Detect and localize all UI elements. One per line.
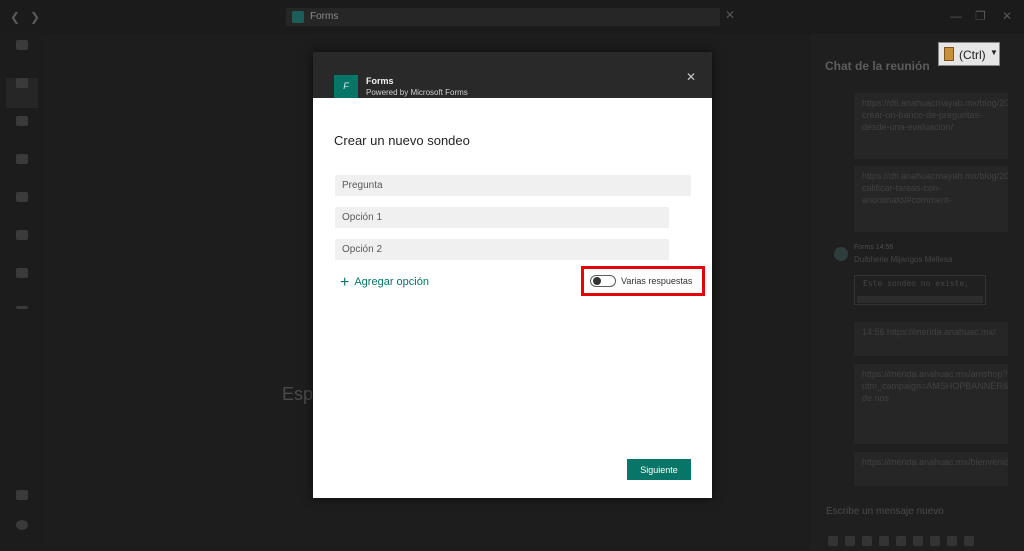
more-icon [16,306,28,309]
link-icon[interactable] [879,536,889,546]
help-icon [16,520,28,530]
add-option-button[interactable]: + Agregar opción [340,274,429,292]
question-input[interactable] [335,175,691,196]
close-tab-icon[interactable]: ✕ [725,8,735,22]
chevron-right-icon[interactable]: ❯ [30,10,40,24]
attach-icon[interactable] [862,536,872,546]
close-icon[interactable]: ✕ [686,70,696,84]
chat-message[interactable]: https://merida.anahuac.mx/amshop?utm_cam… [854,364,1008,444]
bot-time: 14:56 [875,244,894,251]
chat-title: Chat de la reunión [825,59,930,73]
code-text: Este sondeo no existe, [863,279,969,288]
option-1-input[interactable] [335,207,669,228]
teams-icon [16,116,28,126]
important-icon[interactable] [845,536,855,546]
forms-icon: F [334,75,358,98]
clipboard-icon [944,47,954,61]
title-search-bar[interactable] [286,8,720,26]
dialog-app-subtitle: Powered by Microsoft Forms [366,88,468,97]
chat-message[interactable]: https://merida.anahuac.mx/bienvenidos/ [854,452,1008,486]
chat-icon [16,78,28,88]
minimize-icon[interactable]: — [950,9,962,23]
rail-item-activity[interactable] [6,40,38,70]
compose-input[interactable]: Escribe un mensaje nuevo [826,506,1012,517]
apps-icon [16,490,28,500]
paste-label: (Ctrl) [959,48,986,62]
bell-icon [16,40,28,50]
rail-item-chat[interactable] [6,78,38,108]
rail-item-calendar[interactable] [6,192,38,222]
option-2-input[interactable] [335,239,669,260]
highlight-box [581,266,705,296]
code-block: Este sondeo no existe, [854,275,986,305]
compose-toolbar [828,533,1018,546]
bot-sender: Dulbherie Mijangos Mellesa [854,255,953,264]
format-icon[interactable] [828,536,838,546]
chevron-left-icon[interactable]: ❮ [10,10,20,24]
tab-title: Forms [310,11,339,22]
rail-item-files[interactable] [6,268,38,298]
file-icon [16,268,28,278]
code-scrollbar[interactable] [857,296,983,303]
next-button[interactable]: Siguiente [627,459,691,480]
bot-avatar [834,247,848,261]
forms-tab-icon [292,11,304,23]
calendar-icon [16,192,28,202]
add-option-label: Agregar opción [354,276,429,288]
rail-item-tasks[interactable] [6,154,38,184]
maximize-icon[interactable]: ❐ [975,9,986,23]
bot-name: Forms [854,244,874,251]
rail-item-teams[interactable] [6,116,38,146]
plus-icon: + [340,274,350,291]
dialog-app-name: Forms [366,76,394,86]
rail-item-apps[interactable] [6,490,38,520]
dialog-heading: Crear un nuevo sondeo [334,133,470,148]
tasks-icon [16,154,28,164]
rail-item-more[interactable] [6,306,38,336]
app-rail [0,34,44,550]
chat-message[interactable]: https://dti.anahuacmayab.mx/blog/2020/05… [854,93,1008,159]
rail-item-calls[interactable] [6,230,38,260]
sticker-icon[interactable] [930,536,940,546]
phone-icon [16,230,28,240]
more-icon[interactable] [947,536,957,546]
bot-name-line: Forms 14:56 [854,244,893,251]
gif-icon[interactable] [913,536,923,546]
title-bar: ❮ ❯ Forms ✕ — ❐ ✕ [0,0,1024,34]
caret-down-icon: ▼ [990,48,998,57]
dialog-header: F Forms Powered by Microsoft Forms ✕ [313,52,712,98]
emoji-icon[interactable] [896,536,906,546]
chat-message[interactable]: 14:56 https://merida.anahuac.mx/ [854,322,1008,356]
send-icon[interactable] [964,536,974,546]
chat-message[interactable]: https://dti.anahuacmayab.mx/blog/2020/05… [854,166,1008,232]
paste-options-button[interactable]: (Ctrl) ▼ [938,42,1000,66]
rail-item-help[interactable] [6,520,38,550]
window-close-icon[interactable]: ✕ [1002,9,1012,23]
